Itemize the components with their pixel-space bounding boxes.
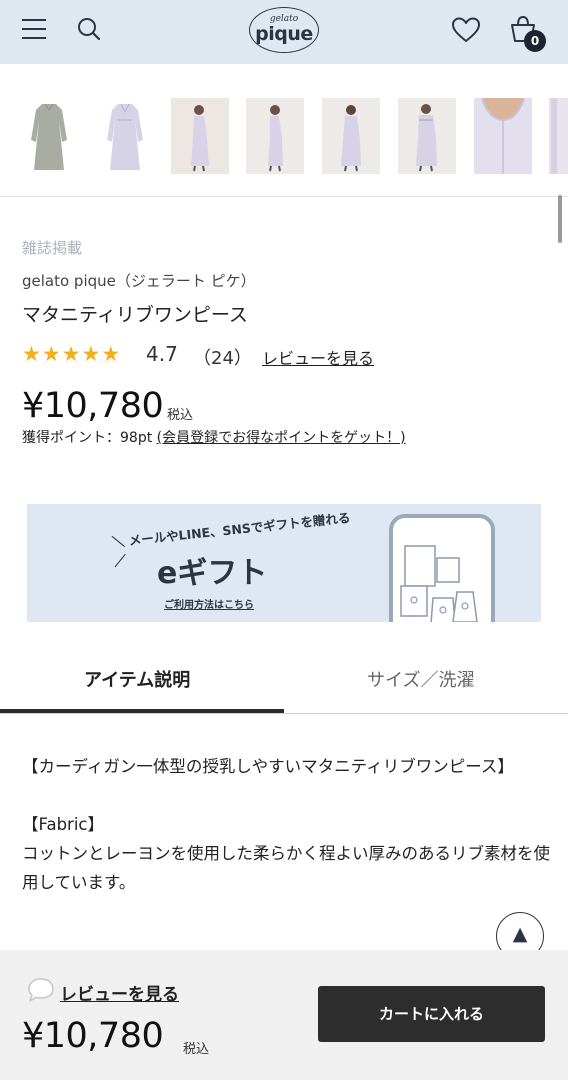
thumbnail-gray-dress[interactable] (20, 98, 78, 174)
egift-howto-link[interactable]: ご利用方法はこちら (164, 596, 254, 611)
footer-view-reviews-link[interactable]: レビューを見る (60, 980, 179, 1005)
phone-illustration (389, 514, 495, 622)
app-header: gelato pique (0, 0, 568, 64)
thumbnail-lavender-dress[interactable] (96, 98, 154, 174)
product-name: マタニティリブワンピース (22, 304, 248, 326)
search-icon[interactable] (76, 16, 102, 42)
review-count: （24） (193, 348, 252, 369)
item-description: 【カーディガン一体型の授乳しやすいマタニティリブワンピース】 【Fabric】 … (22, 752, 550, 897)
footer-price: ¥10,780 (22, 1016, 164, 1056)
star-icon: ★ (41, 342, 61, 366)
add-to-cart-button[interactable]: カートに入れる (318, 986, 545, 1042)
tab-size-washing[interactable]: サイズ／洗濯 (367, 666, 474, 692)
active-tab-indicator (0, 709, 284, 713)
egift-title: eギフト (157, 556, 268, 591)
product-thumbnail-strip[interactable] (0, 64, 568, 197)
arrow-up-icon: ▲ (512, 923, 528, 945)
view-reviews-link[interactable]: レビューを見る (262, 345, 374, 369)
heart-icon[interactable] (451, 16, 481, 44)
points-text: 獲得ポイント：98pt (22, 430, 157, 446)
menu-icon[interactable] (22, 19, 48, 41)
fabric-heading: 【Fabric】 (22, 815, 105, 834)
fabric-text: コットンとレーヨンを使用した柔らかく程よい厚みのあるリブ素材を使用しています。 (22, 844, 550, 892)
brand-logo[interactable]: gelato pique (249, 7, 319, 53)
rating-stars: ★★★★★ (22, 342, 121, 366)
star-icon: ★ (101, 342, 121, 366)
tab-item-description[interactable]: アイテム説明 (84, 666, 190, 692)
star-icon: ★ (22, 342, 41, 366)
product-price: ¥10,780 (22, 386, 164, 426)
star-icon: ★ (81, 342, 101, 366)
cart-count-badge: 0 (524, 30, 546, 52)
description-intro: 【カーディガン一体型の授乳しやすいマタニティリブワンピース】 (22, 757, 514, 776)
footer-tax-label: 税込 (183, 1042, 210, 1057)
thumbnail-partial[interactable] (549, 98, 568, 174)
speech-bubble-icon (28, 978, 54, 1002)
thumbnail-model-front[interactable] (171, 98, 229, 174)
detail-tabs: アイテム説明 サイズ／洗濯 (0, 640, 568, 714)
egift-banner[interactable]: ＼ メールやLINE、SNSでギフトを贈れる ／ eギフト ご利用方法はこちら (27, 504, 541, 622)
star-icon: ★ (61, 342, 81, 366)
thumbnail-model-back[interactable] (322, 98, 380, 174)
rating-value: 4.7 (146, 342, 178, 366)
thumbnail-detail-closeup[interactable] (474, 98, 532, 174)
tax-label: 税込 (167, 408, 194, 423)
logo-main-text: pique (255, 23, 313, 45)
page-scrollbar[interactable] (558, 195, 562, 243)
thumbnail-model-cardigan[interactable] (398, 98, 456, 174)
member-registration-link[interactable]: (会員登録でお得なポイントをゲット！) (157, 430, 406, 446)
brand-name[interactable]: gelato pique（ジェラート ピケ） (22, 270, 256, 291)
magazine-tag: 雑誌掲載 (22, 239, 83, 257)
thumbnail-model-side[interactable] (246, 98, 304, 174)
points-info: 獲得ポイント：98pt (会員登録でお得なポイントをゲット！) (22, 427, 406, 447)
